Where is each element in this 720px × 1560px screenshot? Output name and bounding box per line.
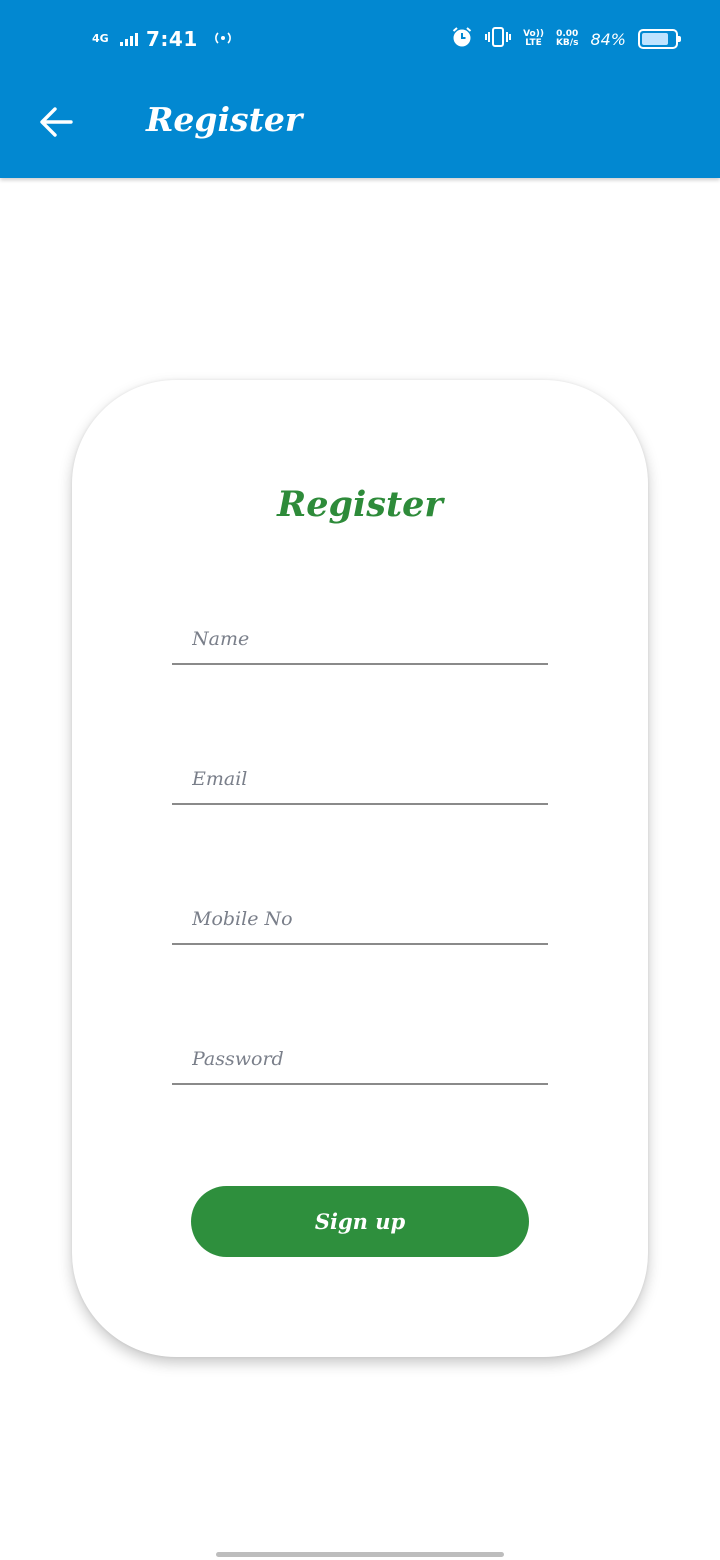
- password-input[interactable]: [172, 1035, 548, 1083]
- password-field: [172, 1035, 548, 1085]
- battery-level: [642, 33, 669, 45]
- signal-icon: [120, 32, 138, 46]
- battery-percent: 84%: [590, 29, 626, 49]
- vibrate-icon: [485, 26, 512, 52]
- home-indicator[interactable]: [216, 1552, 504, 1557]
- status-bar: 4G 7:41 Vo)) LTE 0.00 KB/s 84%: [0, 0, 720, 78]
- email-field: [172, 755, 548, 805]
- battery-icon: [638, 29, 681, 49]
- register-card: Register Sign up: [72, 380, 648, 1357]
- app-bar: 4G 7:41 Vo)) LTE 0.00 KB/s 84% Register: [0, 0, 720, 178]
- volte-indicator: Vo)) LTE: [523, 29, 544, 48]
- arrow-back-icon: [40, 107, 73, 137]
- name-input[interactable]: [172, 615, 548, 663]
- network-speed: 0.00 KB/s: [555, 29, 579, 48]
- hotspot-icon: [212, 29, 234, 50]
- mobile-input[interactable]: [172, 895, 548, 943]
- form-title: Register: [277, 484, 443, 525]
- mobile-field: [172, 895, 548, 945]
- page-title: Register: [146, 100, 303, 139]
- sign-up-button[interactable]: Sign up: [191, 1186, 529, 1257]
- network-type: 4G: [92, 32, 109, 45]
- email-input[interactable]: [172, 755, 548, 803]
- back-button[interactable]: [34, 100, 78, 144]
- name-field: [172, 615, 548, 665]
- alarm-icon: [451, 26, 473, 52]
- clock: 7:41: [146, 27, 198, 51]
